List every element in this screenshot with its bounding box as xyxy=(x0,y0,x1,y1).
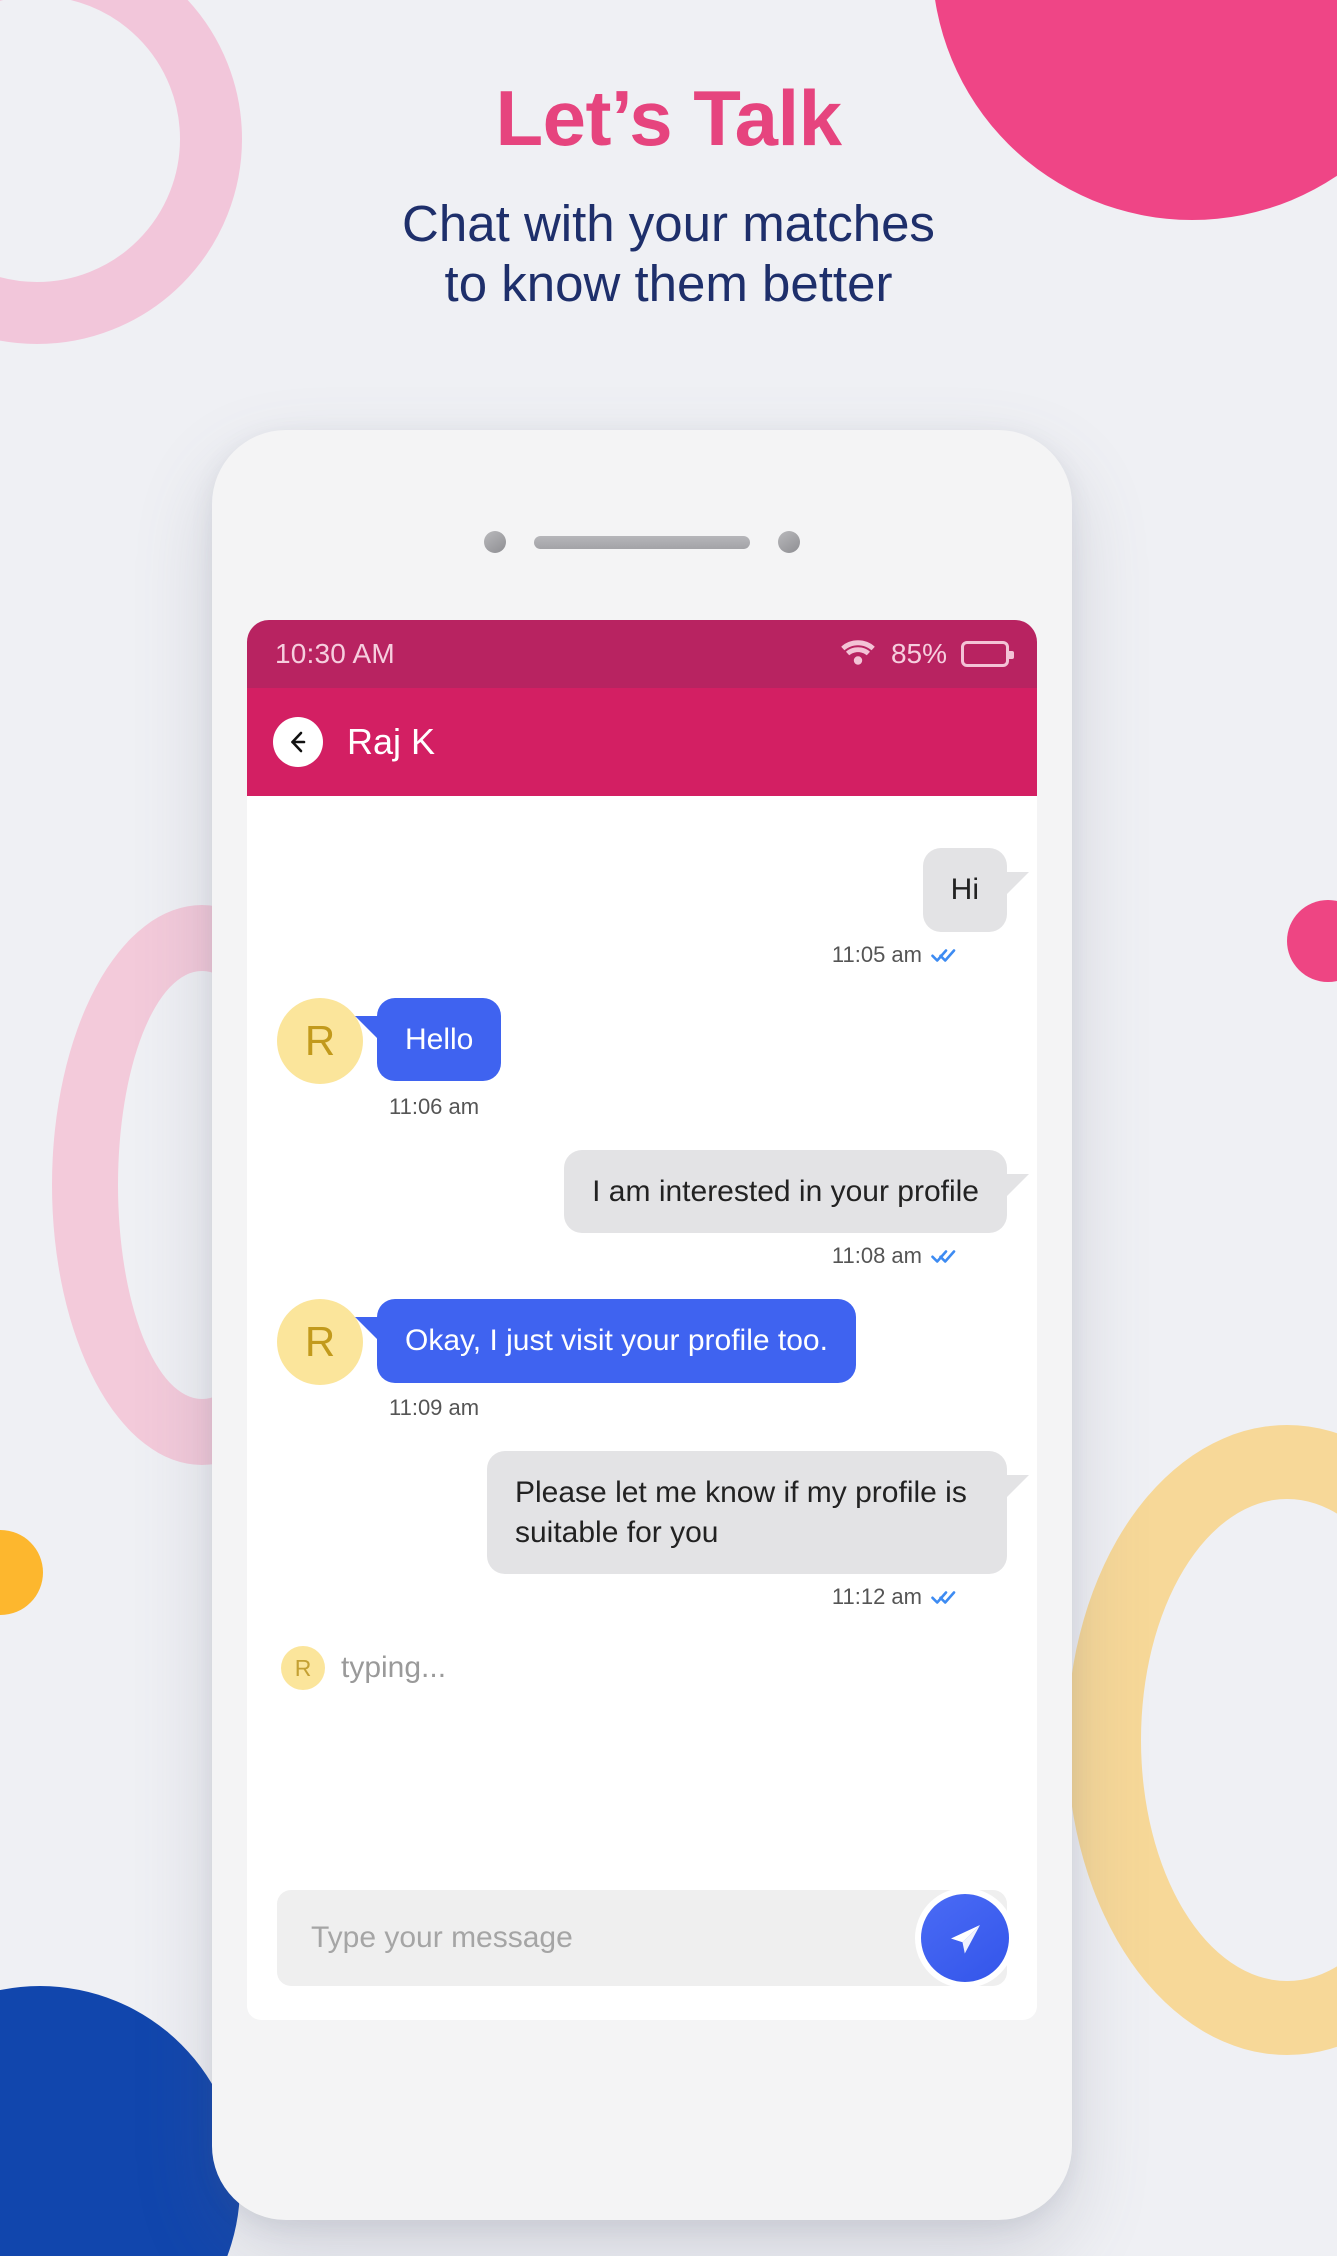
page-subtitle: Chat with your matches to know them bett… xyxy=(0,194,1337,314)
battery-icon xyxy=(961,641,1014,667)
chat-contact-name: Raj K xyxy=(347,721,436,762)
front-camera-icon xyxy=(484,531,506,553)
message-meta: 11:09 am xyxy=(277,1395,1007,1421)
message-timestamp: 11:12 am xyxy=(831,1584,922,1610)
typing-label: typing... xyxy=(341,1651,447,1685)
phone-notch xyxy=(212,524,1072,560)
message-row-outgoing: Please let me know if my profile is suit… xyxy=(277,1451,1029,1575)
message-timestamp: 11:09 am xyxy=(389,1395,480,1421)
proximity-sensor-icon xyxy=(778,531,800,553)
status-bar-time: 10:30 AM xyxy=(275,638,395,669)
chat-message-list[interactable]: Hi 11:05 am R Hello 11:06 am I am intere… xyxy=(247,796,1037,1890)
message-row-incoming: R Okay, I just visit your profile too. xyxy=(277,1299,1007,1386)
phone-screen: 10:30 AM 85% Raj K Hi 11:05 am R Hello 1… xyxy=(247,620,1037,2020)
back-button[interactable] xyxy=(273,717,323,767)
page-subtitle-line-2: to know them better xyxy=(444,255,893,313)
double-check-icon xyxy=(931,1591,956,1605)
double-check-icon xyxy=(931,1250,956,1263)
back-arrow-icon xyxy=(291,731,306,753)
message-row-outgoing: Hi xyxy=(277,848,1030,932)
message-row-outgoing: I am interested in your profile xyxy=(277,1149,1029,1234)
message-meta: 11:12 am xyxy=(277,1584,1007,1610)
message-bubble[interactable]: Hi xyxy=(922,848,1030,932)
message-bubble[interactable]: Okay, I just visit your profile too. xyxy=(355,1299,856,1383)
send-button[interactable] xyxy=(915,1888,1015,1988)
message-bubble[interactable]: Please let me know if my profile is suit… xyxy=(487,1451,1029,1575)
message-timestamp: 11:06 am xyxy=(389,1093,480,1119)
page-title: Let’s Talk xyxy=(495,74,842,162)
message-bubble[interactable]: Hello xyxy=(354,997,502,1082)
earpiece-speaker xyxy=(534,535,750,549)
message-composer xyxy=(247,1888,1037,2020)
phone-mockup: 10:30 AM 85% Raj K Hi 11:05 am R Hello 1… xyxy=(212,430,1072,2220)
decor-ring-gold-right xyxy=(1067,1425,1337,2055)
message-meta: 11:08 am xyxy=(277,1243,1007,1269)
send-paper-plane-icon xyxy=(951,1925,980,1954)
message-timestamp: 11:05 am xyxy=(831,941,922,967)
status-bar: 10:30 AM 85% xyxy=(247,620,1037,688)
decor-circle-pink-right-edge xyxy=(1287,900,1337,982)
page-subtitle-line-1: Chat with your matches xyxy=(402,194,935,252)
message-meta: 11:05 am xyxy=(277,942,1007,968)
avatar[interactable]: R xyxy=(277,997,363,1084)
decor-circle-blue-bottom-left xyxy=(0,1986,240,2256)
message-timestamp: 11:08 am xyxy=(831,1243,922,1269)
typing-avatar: R xyxy=(281,1646,325,1691)
message-meta: 11:06 am xyxy=(277,1094,1007,1120)
battery-percent-label: 85% xyxy=(890,638,947,669)
decor-circle-orange-left-edge xyxy=(0,1530,43,1615)
hero-text-block: Let’s Talk Chat with your matches to kno… xyxy=(0,74,1337,314)
promo-screen: Let’s Talk Chat with your matches to kno… xyxy=(0,0,1337,2256)
message-bubble[interactable]: I am interested in your profile xyxy=(564,1149,1029,1234)
chat-app-bar: Raj K xyxy=(247,688,1037,796)
message-row-incoming: R Hello xyxy=(277,997,1007,1084)
wifi-icon xyxy=(839,638,877,671)
double-check-icon xyxy=(931,948,956,962)
status-bar-indicators: 85% xyxy=(839,638,1014,671)
typing-indicator: R typing... xyxy=(277,1646,1007,1691)
avatar[interactable]: R xyxy=(277,1299,363,1386)
message-input[interactable] xyxy=(277,1890,1007,1986)
